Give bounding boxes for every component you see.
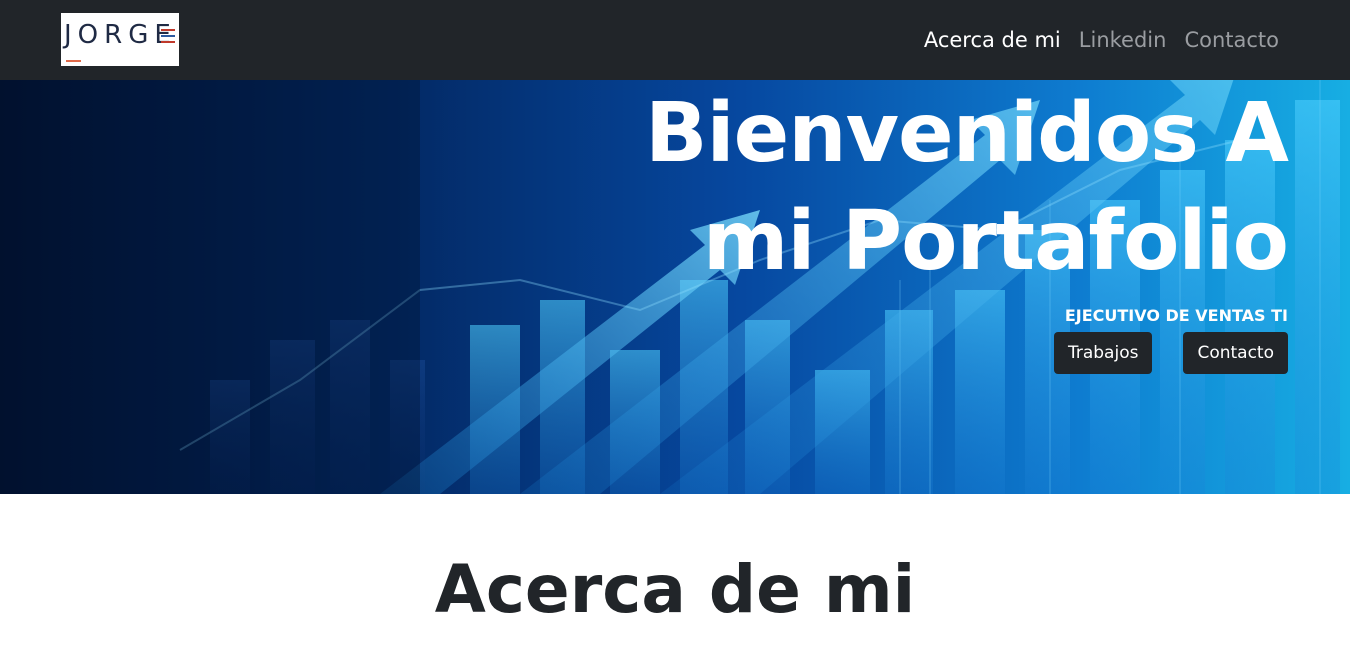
hero-buttons: Trabajos Contacto — [588, 332, 1288, 374]
logo-stripe-red — [161, 29, 175, 31]
nav-link-acerca[interactable]: Acerca de mi — [924, 28, 1061, 52]
logo-text: JORGE — [64, 20, 177, 50]
hero-subtitle: EJECUTIVO DE VENTAS TI — [1064, 306, 1288, 325]
trabajos-button[interactable]: Trabajos — [1053, 332, 1153, 374]
nav-link-contacto[interactable]: Contacto — [1184, 28, 1279, 52]
navbar: JORGE Acerca de mi Linkedin Contacto — [0, 0, 1350, 80]
logo-underline — [66, 60, 81, 62]
hero-title-line-1: Bienvenidos A — [645, 86, 1289, 181]
nav-links: Acerca de mi Linkedin Contacto — [924, 23, 1279, 57]
logo-stripe-red-2 — [161, 41, 175, 43]
logo-stripe-blue — [161, 35, 175, 37]
hero-section: Bienvenidos A mi Portafolio EJECUTIVO DE… — [0, 80, 1350, 494]
about-section-title: Acerca de mi — [434, 551, 916, 628]
hero-title-line-2: mi Portafolio — [702, 194, 1289, 289]
hero-title: Bienvenidos A mi Portafolio — [588, 80, 1289, 296]
brand-logo[interactable]: JORGE — [61, 13, 179, 66]
contacto-button[interactable]: Contacto — [1183, 332, 1288, 374]
hero-content: Bienvenidos A mi Portafolio EJECUTIVO DE… — [588, 80, 1289, 374]
nav-link-linkedin[interactable]: Linkedin — [1079, 28, 1167, 52]
